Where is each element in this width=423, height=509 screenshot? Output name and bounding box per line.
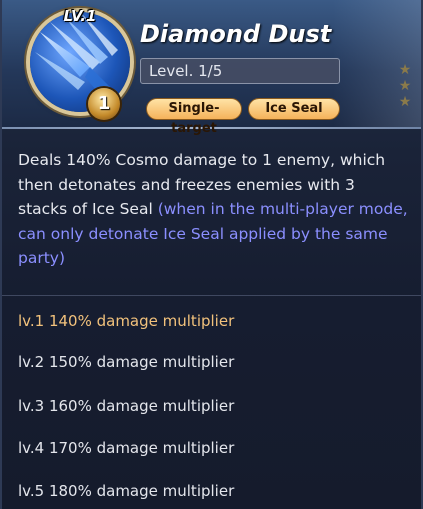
tag-single-target: Single-target	[146, 98, 242, 136]
star-decoration-icon: ★ ★ ★	[398, 62, 412, 110]
rank-badge-icon: 1	[88, 88, 120, 120]
skill-title: Diamond Dust	[140, 20, 332, 48]
level-row-4: lv.4 170% damage multiplier	[18, 439, 235, 457]
skill-description: Deals 140% Cosmo damage to 1 enemy, whic…	[18, 148, 408, 271]
level-row-5: lv.5 180% damage multiplier	[18, 482, 235, 500]
skill-detail-panel: LV.1 1 Diamond Dust Level. 1/5 Single-ta…	[0, 0, 423, 509]
level-row-2: lv.2 150% damage multiplier	[18, 353, 235, 371]
skill-level-badge: LV.1	[63, 7, 97, 25]
section-divider	[0, 295, 423, 296]
tag-ice-seal: Ice Seal	[248, 98, 340, 120]
level-row-3: lv.3 160% damage multiplier	[18, 397, 235, 415]
skill-level-field: Level. 1/5	[140, 58, 340, 84]
level-row-1: lv.1 140% damage multiplier	[18, 312, 235, 330]
